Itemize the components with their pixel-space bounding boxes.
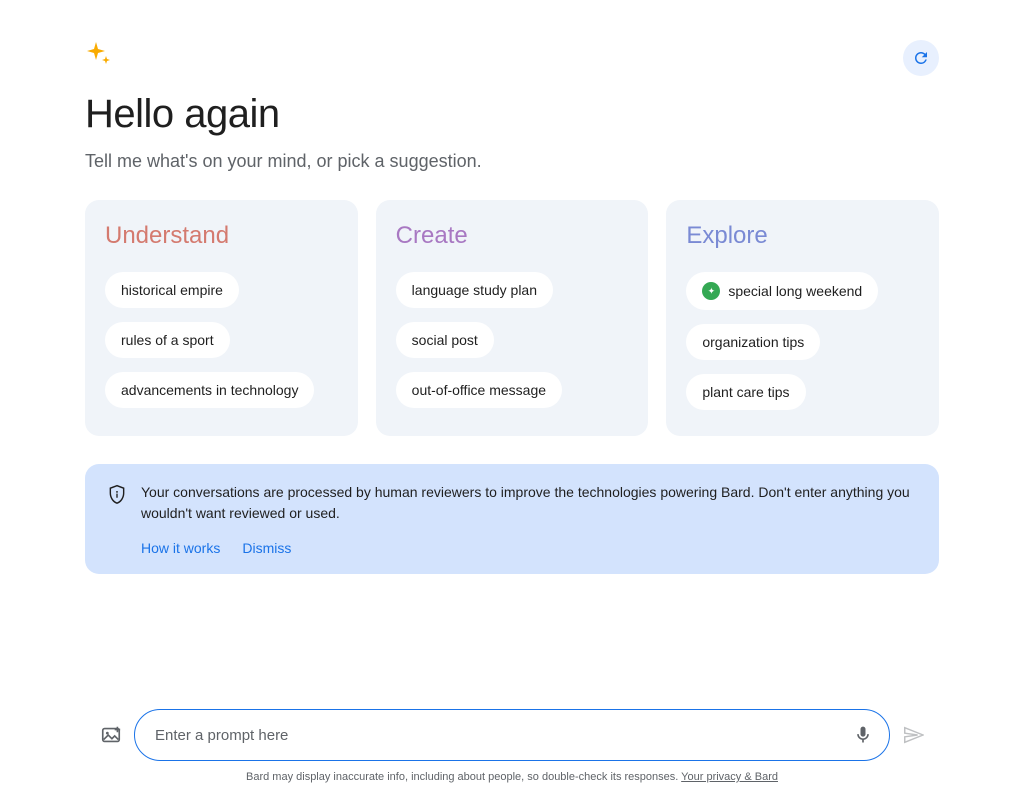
microphone-icon: [853, 725, 873, 745]
privacy-link[interactable]: Your privacy & Bard: [681, 771, 778, 783]
chip-organization-tips[interactable]: organization tips: [686, 324, 820, 360]
chip-label: historical empire: [121, 282, 223, 298]
chip-label: organization tips: [702, 334, 804, 350]
chip-label: out-of-office message: [412, 382, 546, 398]
greeting-subtitle: Tell me what's on your mind, or pick a s…: [85, 151, 939, 172]
notice-text: Your conversations are processed by huma…: [141, 482, 917, 524]
chip-label: plant care tips: [702, 384, 789, 400]
disclaimer: Bard may display inaccurate info, includ…: [100, 771, 924, 783]
chip-plant-care-tips[interactable]: plant care tips: [686, 374, 805, 410]
chip-social-post[interactable]: social post: [396, 322, 494, 358]
explore-card: Explore ✦ special long weekend organizat…: [666, 200, 939, 436]
refresh-button[interactable]: [903, 40, 939, 76]
greeting-title: Hello again: [85, 92, 939, 137]
explore-title: Explore: [686, 222, 919, 250]
disclaimer-text: Bard may display inaccurate info, includ…: [246, 771, 681, 783]
refresh-icon: [912, 49, 930, 67]
chip-label: special long weekend: [728, 283, 862, 299]
chip-out-of-office[interactable]: out-of-office message: [396, 372, 562, 408]
send-button[interactable]: [902, 724, 924, 746]
chip-label: rules of a sport: [121, 332, 214, 348]
how-it-works-link[interactable]: How it works: [141, 540, 220, 556]
create-title: Create: [396, 222, 629, 250]
microphone-button[interactable]: [851, 723, 875, 747]
understand-title: Understand: [105, 222, 338, 250]
privacy-notice: Your conversations are processed by huma…: [85, 464, 939, 574]
chip-rules-of-sport[interactable]: rules of a sport: [105, 322, 230, 358]
image-icon: [100, 724, 122, 746]
chip-advancements-technology[interactable]: advancements in technology: [105, 372, 314, 408]
upload-image-button[interactable]: [100, 724, 122, 746]
prompt-input[interactable]: [155, 727, 851, 744]
chip-label: advancements in technology: [121, 382, 298, 398]
chip-historical-empire[interactable]: historical empire: [105, 272, 239, 308]
chip-label: language study plan: [412, 282, 537, 298]
chip-label: social post: [412, 332, 478, 348]
prompt-input-wrapper[interactable]: [134, 709, 890, 761]
dismiss-button[interactable]: Dismiss: [242, 540, 291, 556]
chip-language-study-plan[interactable]: language study plan: [396, 272, 553, 308]
chip-special-long-weekend[interactable]: ✦ special long weekend: [686, 272, 878, 310]
send-icon: [902, 724, 924, 746]
shield-icon: [107, 484, 127, 509]
understand-card: Understand historical empire rules of a …: [85, 200, 358, 436]
create-card: Create language study plan social post o…: [376, 200, 649, 436]
extension-badge-icon: ✦: [702, 282, 720, 300]
sparkle-icon: [85, 40, 113, 68]
